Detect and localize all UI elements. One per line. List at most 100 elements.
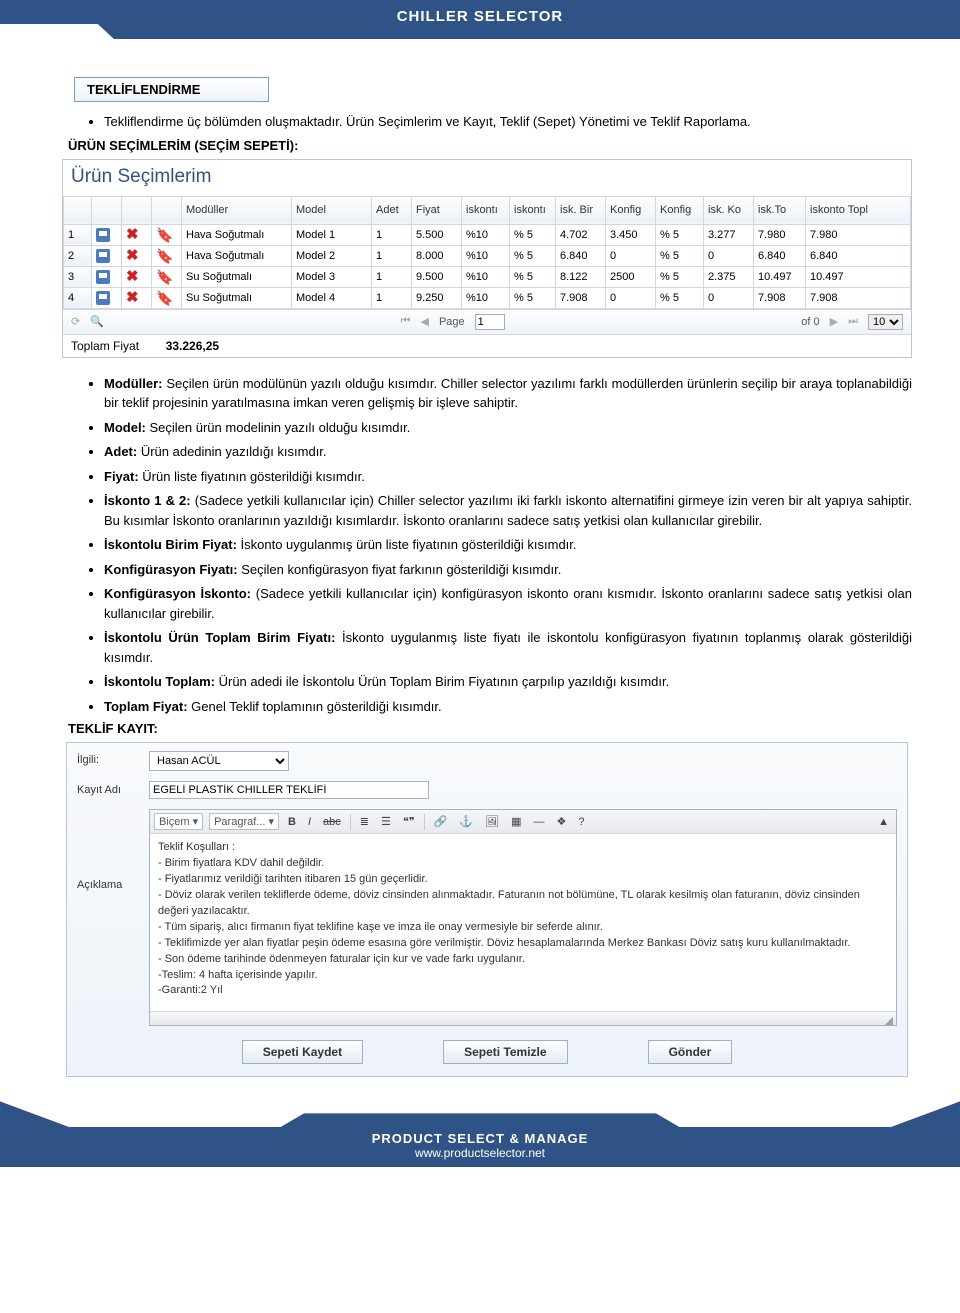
rte-body[interactable]: Teklif Koşulları :- Birim fiyatlara KDV … (150, 834, 896, 1011)
delete-icon[interactable]: ✖ (122, 245, 152, 266)
delete-icon[interactable]: ✖ (122, 287, 152, 308)
hr-icon[interactable]: — (530, 815, 547, 829)
header-notch (0, 24, 115, 40)
search-icon[interactable]: 🔍 (90, 315, 104, 328)
strike-icon[interactable]: abc (320, 815, 344, 829)
product-grid: Modüller Model Adet Fiyat iskontı iskont… (63, 196, 911, 309)
chevron-down-icon: ▾ (268, 815, 274, 828)
cell-iskontotopl: 10.497 (806, 266, 911, 287)
rte-bicem-dropdown[interactable]: Biçem ▾ (154, 813, 203, 830)
refresh-icon[interactable]: ⟳ (71, 315, 80, 328)
print-icon[interactable] (92, 245, 122, 266)
col-iskontotopl[interactable]: iskonto Topl (806, 196, 911, 224)
cell-iskonto2: % 5 (510, 224, 556, 245)
italic-icon[interactable]: I (305, 815, 314, 829)
list-item: Konfigürasyon Fiyatı: Seçilen konfigüras… (104, 560, 912, 580)
link-icon[interactable]: 🔗 (431, 814, 451, 829)
table-row[interactable]: 1✖🔖Hava SoğutmalıModel 115.500%10% 54.70… (64, 224, 911, 245)
col-iskonto2[interactable]: iskontı (510, 196, 556, 224)
unlink-icon[interactable]: ⚓ (456, 814, 476, 829)
list-item: İskontolu Ürün Toplam Birim Fiyatı: İsko… (104, 628, 912, 667)
col-iskto[interactable]: isk.To (754, 196, 806, 224)
collapse-icon[interactable]: ▲ (875, 815, 892, 829)
grid-title: Ürün Seçimlerim (63, 160, 911, 196)
help-icon[interactable]: ? (575, 815, 587, 829)
cell-fiyat: 9.250 (412, 287, 462, 308)
kayit-adi-input[interactable] (149, 781, 429, 799)
row-number: 3 (64, 266, 92, 287)
cell-moduller: Su Soğutmalı (182, 287, 292, 308)
cell-adet: 1 (372, 266, 412, 287)
intro-list: Tekliflendirme üç bölümden oluşmaktadır.… (62, 112, 912, 132)
total-label: Toplam Fiyat (71, 339, 139, 353)
table-icon[interactable]: ▦ (508, 814, 524, 829)
delete-icon[interactable]: ✖ (122, 224, 152, 245)
print-icon[interactable] (92, 287, 122, 308)
delete-icon[interactable]: ✖ (122, 266, 152, 287)
pager-next-icon[interactable]: ▶ (830, 315, 838, 328)
cell-iskonto1: %10 (462, 287, 510, 308)
tag-icon[interactable]: 🔖 (152, 287, 182, 308)
sepeti-kaydet-button[interactable]: Sepeti Kaydet (242, 1040, 363, 1064)
gonder-button[interactable]: Gönder (648, 1040, 733, 1064)
col-model[interactable]: Model (292, 196, 372, 224)
table-row[interactable]: 3✖🔖Su SoğutmalıModel 319.500%10% 58.1222… (64, 266, 911, 287)
print-icon[interactable] (92, 224, 122, 245)
term-label: Adet: (104, 444, 137, 459)
print-icon[interactable] (92, 266, 122, 287)
cell-konfig: 0 (606, 287, 656, 308)
rte-paragraf-dropdown[interactable]: Paragraf... ▾ (209, 813, 279, 830)
pager-first-icon[interactable]: ⏮ (401, 315, 411, 328)
col-konfig[interactable]: Konfig (606, 196, 656, 224)
col-fiyat[interactable]: Fiyat (412, 196, 462, 224)
table-row[interactable]: 4✖🔖Su SoğutmalıModel 419.250%10% 57.9080… (64, 287, 911, 308)
pager-size-select[interactable]: 10 (868, 314, 903, 330)
col-action3 (152, 196, 182, 224)
footer-line2: www.productselector.net (0, 1146, 960, 1160)
term-label: Fiyat: (104, 469, 139, 484)
col-moduller[interactable]: Modüller (182, 196, 292, 224)
tag-icon[interactable]: 🔖 (152, 266, 182, 287)
cell-iskonto1: %10 (462, 224, 510, 245)
col-iskbir[interactable]: isk. Bir (556, 196, 606, 224)
ilgili-select[interactable]: Hasan ACÜL (149, 751, 289, 771)
cell-iskto: 7.980 (754, 224, 806, 245)
explanation-list: Modüller: Seçilen ürün modülünün yazılı … (62, 374, 912, 717)
image-icon[interactable]: 🖼 (482, 814, 502, 829)
pager-last-icon[interactable]: ⏭ (848, 315, 858, 328)
cell-iskonto2: % 5 (510, 266, 556, 287)
cell-fiyat: 9.500 (412, 266, 462, 287)
cell-iskontotopl: 7.908 (806, 287, 911, 308)
term-label: Konfigürasyon İskonto: (104, 586, 251, 601)
col-iskonto1[interactable]: iskontı (462, 196, 510, 224)
quote-icon[interactable]: ❝❞ (400, 814, 418, 829)
col-action1 (92, 196, 122, 224)
rte-resize-handle[interactable] (150, 1011, 896, 1025)
col-iskko[interactable]: isk. Ko (704, 196, 754, 224)
table-row[interactable]: 2✖🔖Hava SoğutmalıModel 218.000%10% 56.84… (64, 245, 911, 266)
cell-iskontotopl: 6.840 (806, 245, 911, 266)
cell-iskto: 7.908 (754, 287, 806, 308)
ol-icon[interactable]: ≣ (357, 814, 372, 829)
source-icon[interactable]: ❖ (553, 814, 569, 829)
col-rownum (64, 196, 92, 224)
cell-iskbir: 8.122 (556, 266, 606, 287)
rte-toolbar: Biçem ▾ Paragraf... ▾ B I abc ≣ ☰ ❝❞ 🔗 ⚓… (150, 810, 896, 834)
cell-iskto: 6.840 (754, 245, 806, 266)
cell-konfigisk: % 5 (656, 287, 704, 308)
list-item: Fiyat: Ürün liste fiyatının gösterildiği… (104, 467, 912, 487)
tag-icon[interactable]: 🔖 (152, 224, 182, 245)
ul-icon[interactable]: ☰ (378, 814, 394, 829)
sepeti-temizle-button[interactable]: Sepeti Temizle (443, 1040, 567, 1064)
pager-page-input[interactable] (475, 314, 505, 330)
aciklama-label: Açıklama (77, 809, 149, 891)
col-adet[interactable]: Adet (372, 196, 412, 224)
bold-icon[interactable]: B (285, 815, 299, 829)
tag-icon[interactable]: 🔖 (152, 245, 182, 266)
col-konfigisk[interactable]: Konfig (656, 196, 704, 224)
pager-prev-icon[interactable]: ◀ (420, 315, 428, 328)
cell-model: Model 1 (292, 224, 372, 245)
cell-iskko: 0 (704, 287, 754, 308)
cell-model: Model 4 (292, 287, 372, 308)
list-item: İskontolu Birim Fiyat: İskonto uygulanmı… (104, 535, 912, 555)
